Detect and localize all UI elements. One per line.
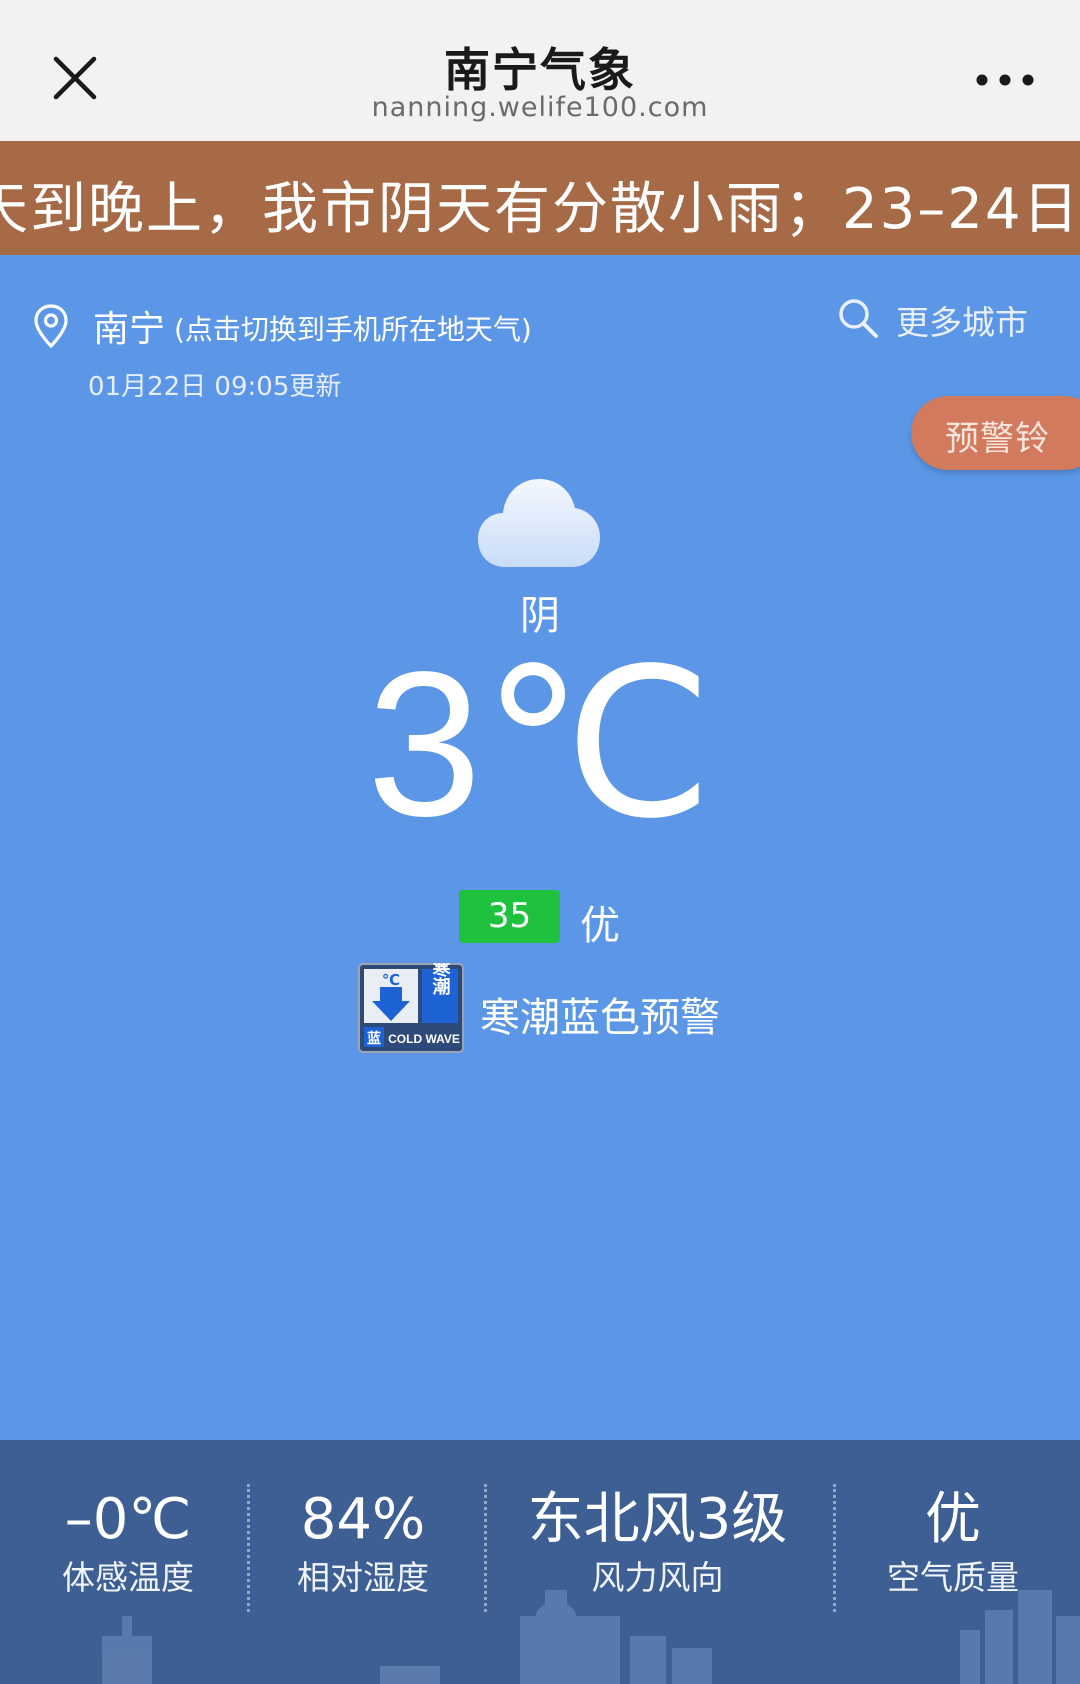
wind-label: 风力风向 <box>591 1558 724 1597</box>
page-title: 南宁气象 <box>444 43 636 97</box>
feels-like-value: –0℃ <box>64 1487 192 1552</box>
humidity-value: 84% <box>300 1487 426 1552</box>
wind-stat: 东北风3级 风力风向 <box>505 1486 810 1600</box>
feels-like-label: 体感温度 <box>62 1558 194 1597</box>
warning-icon-chars: 寒潮 <box>430 963 452 996</box>
stat-divider <box>247 1484 250 1612</box>
warning-bell-label: 预警铃 <box>945 419 1050 459</box>
marquee-text: 天到晚上，我市阴天有分散小雨；23–24日 <box>0 177 1080 242</box>
air-quality-value: 优 <box>925 1487 981 1552</box>
air-quality-label: 空气质量 <box>887 1558 1019 1597</box>
wind-value: 东北风3级 <box>527 1487 788 1552</box>
search-icon <box>839 299 878 338</box>
stat-divider <box>833 1484 836 1612</box>
more-options-icon[interactable] <box>974 66 1036 94</box>
air-quality-stat: 优 空气质量 <box>858 1486 1048 1600</box>
cloud-icon <box>478 479 600 567</box>
warning-icon-unit: ℃ <box>382 971 400 989</box>
cold-wave-warning-icon[interactable]: ℃ 寒潮 蓝 COLD WAVE <box>358 963 464 1053</box>
aqi-level: 优 <box>580 903 620 949</box>
warning-icon-color: 蓝 <box>367 1030 381 1047</box>
city-name[interactable]: 南宁 <box>93 300 165 352</box>
humidity-label: 相对湿度 <box>297 1558 429 1597</box>
stat-divider <box>484 1484 487 1612</box>
weather-details-panel: –0℃ 体感温度 84% 相对湿度 东北风3级 风力风向 优 空气质量 <box>0 1440 1080 1684</box>
more-cities-label: 更多城市 <box>896 303 1028 342</box>
warning-icon-english: COLD WAVE <box>388 1032 460 1046</box>
warning-bell-button[interactable]: 预警铃 <box>911 396 1080 470</box>
feels-like-stat: –0℃ 体感温度 <box>30 1486 226 1600</box>
humidity-stat: 84% 相对湿度 <box>268 1486 458 1600</box>
cold-wave-warning-text[interactable]: 寒潮蓝色预警 <box>480 985 720 1043</box>
update-time: 01月22日 09:05更新 <box>88 372 342 402</box>
current-temperature: 3℃ <box>367 629 713 859</box>
more-cities-button[interactable]: 更多城市 <box>836 294 1046 342</box>
location-pin-icon <box>34 304 68 349</box>
top-nav-bar: 南宁气象 nanning.welife100.com <box>0 0 1080 141</box>
forecast-marquee[interactable]: 天到晚上，我市阴天有分散小雨；23–24日 <box>0 141 1080 255</box>
aqi-value-badge[interactable]: 35 <box>459 890 560 943</box>
page-domain: nanning.welife100.com <box>371 92 709 123</box>
switch-location-hint[interactable]: (点击切换到手机所在地天气) <box>174 308 532 348</box>
